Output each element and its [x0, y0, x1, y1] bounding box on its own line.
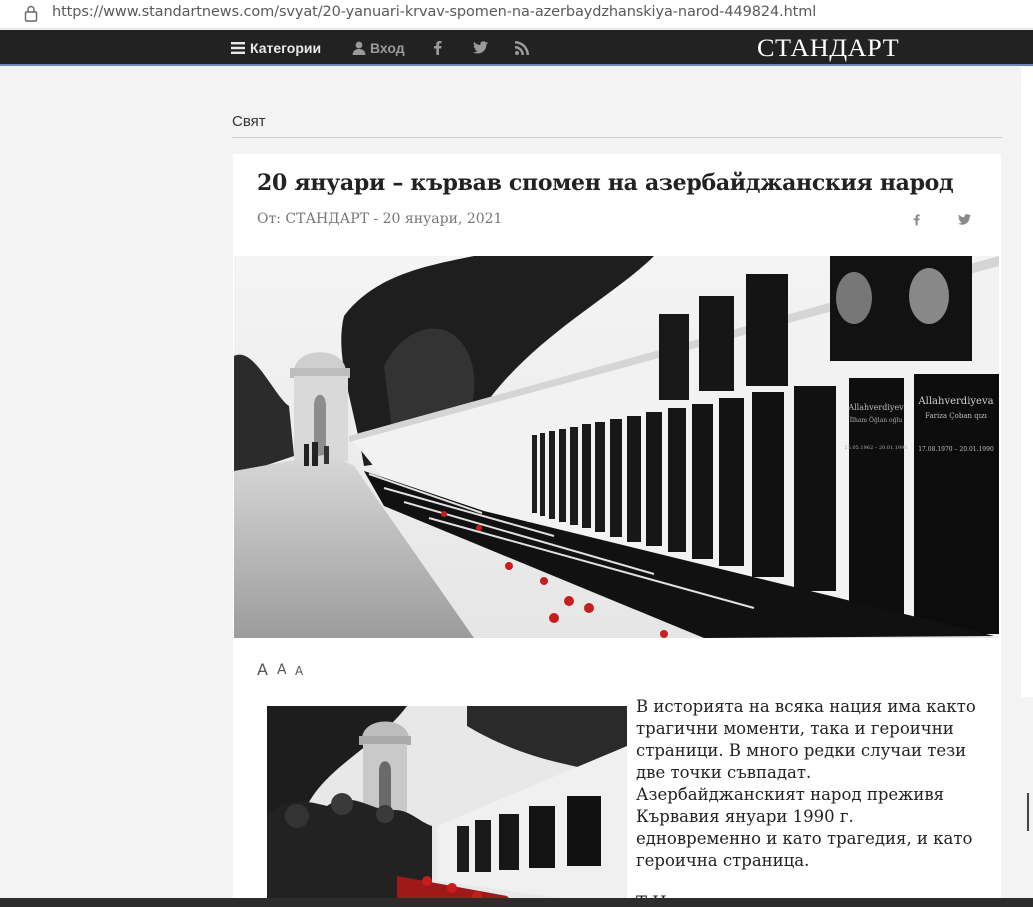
login-button[interactable]: Вход	[352, 30, 405, 66]
memorial-photo: Allahverdiyeva Fariza Çoban qızı 17.08.1…	[234, 256, 999, 638]
categories-button[interactable]: Категории	[231, 30, 321, 66]
breadcrumb[interactable]: Свят	[232, 113, 266, 130]
plaque-dates-1: 17.08.1970 – 20.01.1990	[918, 446, 994, 453]
user-icon	[352, 41, 366, 55]
font-size-large[interactable]: A	[257, 660, 268, 679]
twitter-icon[interactable]	[473, 41, 488, 54]
article-title: 20 януари – кървав спомен на азербайджан…	[257, 170, 954, 196]
facebook-icon[interactable]	[433, 40, 442, 55]
plaque-name-1: Allahverdiyeva	[917, 396, 993, 407]
categories-label: Категории	[250, 40, 322, 56]
site-logo[interactable]: СТАНДАРТ	[757, 35, 899, 63]
breadcrumb-divider	[232, 137, 1002, 138]
menu-icon	[231, 42, 245, 54]
inline-photo	[267, 706, 627, 907]
article-paragraph-1: В историята на всяка нация има както тра…	[636, 697, 976, 870]
plaque-given-2: İlham Öğlan oğlu	[850, 417, 903, 424]
page-right-edge	[1021, 67, 1033, 697]
taskbar-strip	[0, 898, 1033, 907]
rss-icon[interactable]	[515, 41, 529, 55]
plaque-given-1: Fariza Çoban qızı	[925, 412, 988, 420]
font-size-medium[interactable]: A	[277, 662, 287, 678]
font-size-small[interactable]: A	[295, 664, 303, 678]
login-label: Вход	[370, 40, 405, 56]
lock-icon	[24, 5, 38, 22]
share-facebook-icon[interactable]	[913, 213, 920, 226]
hero-photo: Allahverdiyeva Fariza Çoban qızı 17.08.1…	[234, 256, 999, 638]
article-byline: От: СТАНДАРТ - 20 януари, 2021	[257, 211, 503, 227]
scrollbar-thumb[interactable]	[1027, 793, 1029, 831]
browser-address-bar[interactable]: https://www.standartnews.com/svyat/20-ya…	[0, 0, 1033, 29]
plaque-name-2: Allahverdiyev	[847, 403, 904, 412]
share-twitter-icon[interactable]	[958, 214, 971, 225]
mourners-photo	[267, 706, 627, 907]
url-text[interactable]: https://www.standartnews.com/svyat/20-ya…	[52, 4, 816, 20]
plaque-dates-2: 25.05.1962 – 20.01.1990	[845, 445, 908, 451]
